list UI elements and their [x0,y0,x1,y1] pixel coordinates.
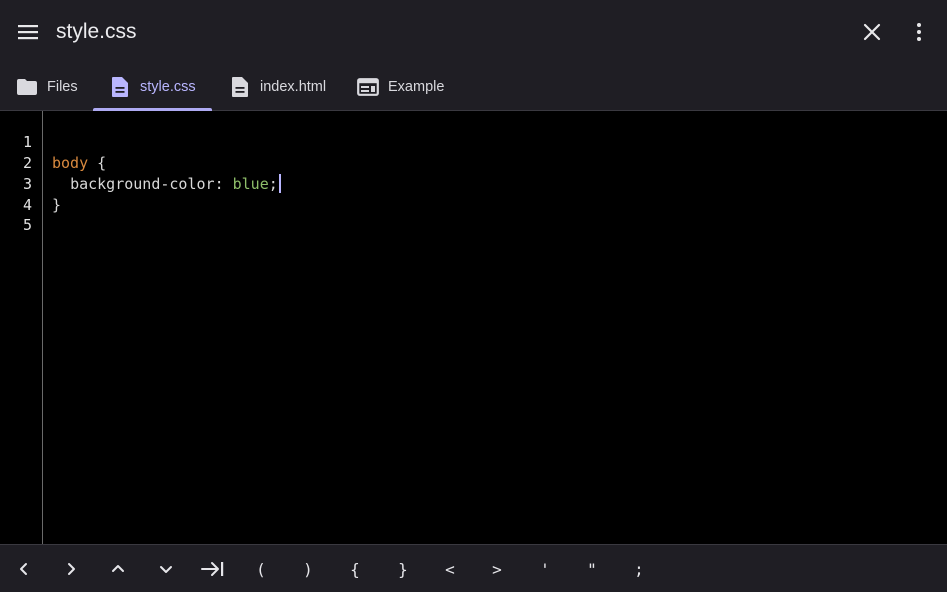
tab-label: Example [388,79,445,95]
line-number: 4 [22,196,32,214]
key-tab[interactable] [198,555,228,583]
document-icon [109,76,131,98]
key-cursor-right[interactable] [56,555,86,583]
tab-files[interactable]: Files [16,64,78,110]
line-number: 3 [22,175,32,193]
menu-icon[interactable] [14,19,42,45]
line-number: 2 [22,154,32,172]
tab-index-html[interactable]: index.html [229,64,326,110]
folder-icon [16,76,38,98]
code-text: ; [268,175,278,193]
document-icon [229,76,251,98]
key-single-quote[interactable]: ' [530,555,560,583]
key-open-brace[interactable]: { [340,555,370,583]
code-line[interactable]: } [52,195,61,215]
key-cursor-up[interactable] [103,555,133,583]
key-less-than[interactable]: < [435,555,465,583]
css-value: blue [232,175,269,193]
line-number-gutter: 1 2 3 4 5 [0,111,43,544]
key-close-brace[interactable]: } [388,555,418,583]
preview-icon [357,76,379,98]
css-selector: body [52,154,89,172]
code-editor[interactable]: 1 2 3 4 5 body { background-color: blue;… [0,111,947,544]
key-open-paren[interactable]: ( [246,555,276,583]
key-greater-than[interactable]: > [482,555,512,583]
code-text: } [52,196,62,214]
key-close-paren[interactable]: ) [293,555,323,583]
tab-style-css[interactable]: style.css [93,64,212,111]
css-property: background-color [70,175,215,193]
code-line[interactable]: background-color: blue; [52,174,281,194]
line-number: 1 [22,133,32,151]
key-semicolon[interactable]: ; [624,555,654,583]
key-cursor-left[interactable] [9,555,39,583]
key-cursor-down[interactable] [151,555,181,583]
close-icon[interactable] [860,20,884,44]
key-double-quote[interactable]: " [577,555,607,583]
tab-bar: Files style.css index.html Example [0,64,947,111]
code-text: { [88,154,107,172]
line-number: 5 [22,216,32,234]
tab-label: Files [47,79,78,95]
tab-label: style.css [140,79,196,95]
page-title: style.css [56,20,137,43]
code-line[interactable]: body { [52,153,106,173]
tab-example[interactable]: Example [357,64,444,110]
code-text: : [214,175,233,193]
text-caret [278,174,281,193]
more-options-icon[interactable] [907,20,931,44]
tab-label: index.html [260,79,327,95]
symbol-key-bar: ( ) { } < > ' " ; [0,544,947,592]
app-bar: style.css [0,0,947,64]
